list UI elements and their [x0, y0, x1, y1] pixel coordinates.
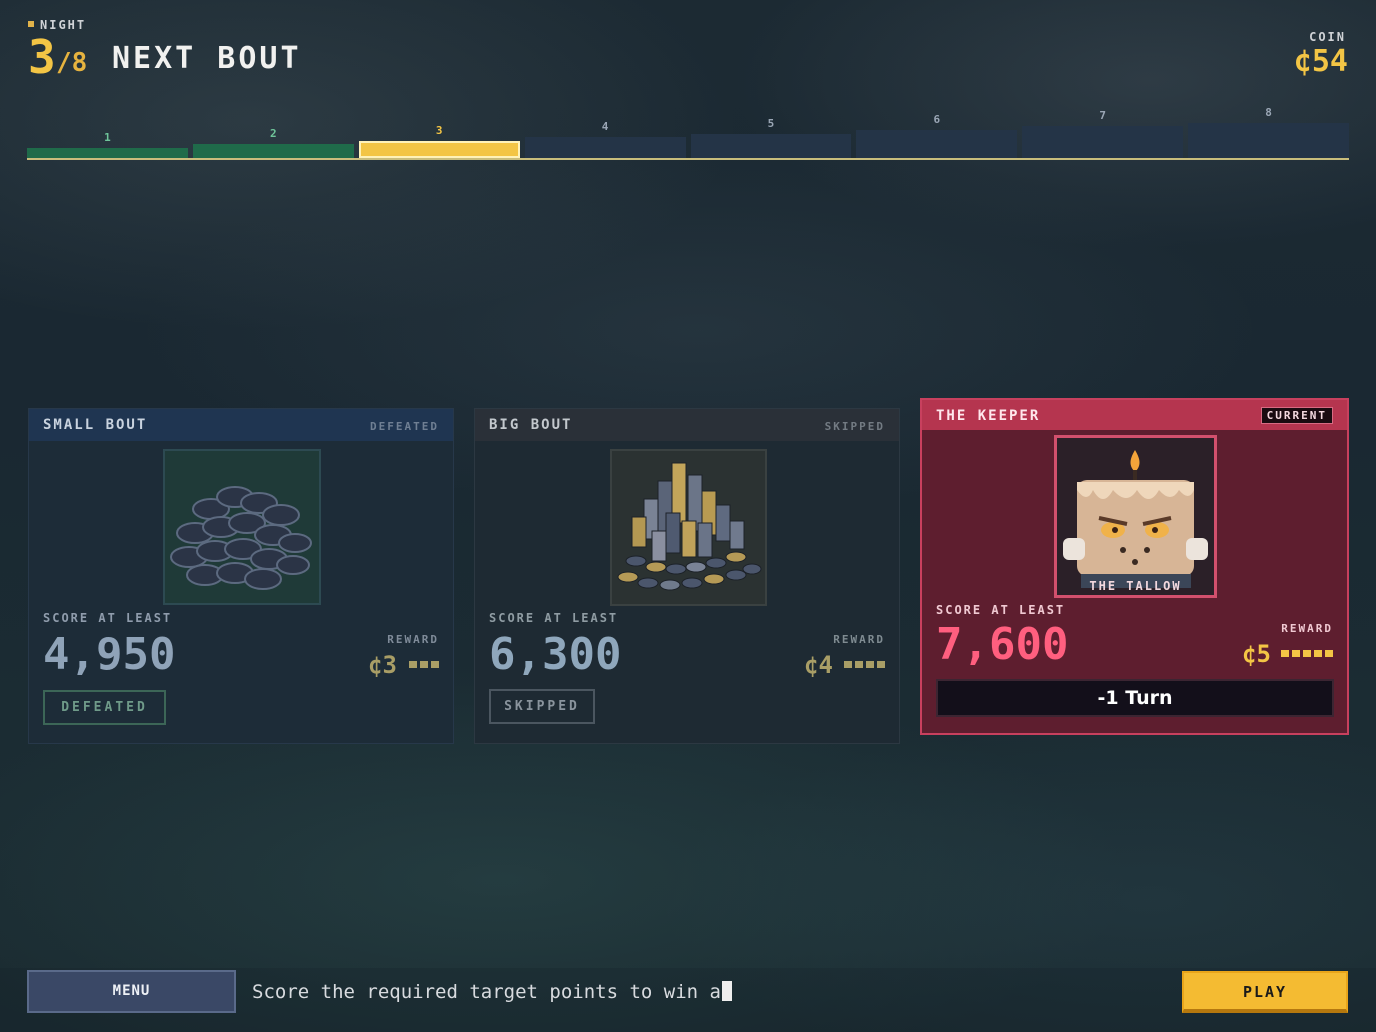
track-segment-8: 8 [1188, 105, 1349, 158]
hint-text: Score the required target points to win … [252, 981, 732, 1003]
track-segment-bar [27, 148, 188, 158]
track-segment-number: 4 [601, 120, 609, 134]
night-total: /8 [56, 48, 88, 78]
track-segment-5: 5 [690, 116, 852, 158]
reward-label: REWARD [1281, 622, 1333, 635]
reward-value: ¢4 [804, 651, 833, 679]
track-segment-bar [192, 144, 354, 158]
reward-pip [877, 661, 885, 668]
page-title: NEXT BOUT [112, 41, 302, 76]
track-segment-bar [690, 133, 852, 158]
reward-pip [855, 661, 863, 668]
candle-monster-icon: THE TALLOW [1054, 435, 1217, 598]
reward-pip [1292, 650, 1300, 657]
big-bout-card[interactable]: BIG BOUT SKIPPED SCORE AT LEAST 6,300 RE… [474, 408, 900, 744]
defeated-button: DEFEATED [43, 690, 166, 725]
coin-label: COIN [1309, 30, 1346, 44]
score-label: SCORE AT LEAST [936, 603, 1066, 617]
text-cursor [722, 981, 732, 1001]
card-header: BIG BOUT SKIPPED [475, 409, 899, 441]
track-segment-number: 5 [767, 116, 775, 130]
track-baseline [27, 158, 1349, 160]
small-bout-card[interactable]: SMALL BOUT DEFEATED SCORE AT LEAST 4,950… [28, 408, 454, 744]
reward-pip [1281, 650, 1289, 657]
menu-button[interactable]: MENU [27, 970, 236, 1013]
track-segment-bar [524, 137, 686, 158]
track-segment-number: 1 [104, 131, 111, 144]
reward-label: REWARD [387, 633, 439, 646]
score-label: SCORE AT LEAST [489, 611, 619, 625]
current-badge: CURRENT [1260, 407, 1333, 424]
score-value: 4,950 [43, 629, 176, 680]
track-segment-7: 7 [1022, 108, 1184, 158]
card-title: SMALL BOUT [43, 417, 148, 433]
track-segment-2: 2 [192, 126, 354, 158]
keeper-bout-card[interactable]: THE KEEPER CURRENT THE TALLOW SCORE AT L… [920, 398, 1349, 735]
play-button[interactable]: PLAY [1182, 971, 1348, 1013]
reward-pip [844, 661, 852, 668]
card-status: DEFEATED [370, 420, 439, 433]
track-segment-1: 1 [27, 130, 188, 158]
track-segment-bar [856, 130, 1018, 158]
reward-label: REWARD [833, 633, 885, 646]
reward-pip [420, 661, 428, 668]
track-segment-number: 3 [435, 123, 443, 137]
coin-value: ¢54 [1293, 44, 1348, 79]
track-segment-number: 8 [1265, 105, 1272, 119]
reward-pip [1325, 650, 1333, 657]
night-current: 3 [28, 30, 56, 84]
night-progress-track: 1 2 3 4 5 6 7 8 [27, 100, 1349, 160]
score-value: 6,300 [489, 629, 622, 680]
reward-pip [866, 661, 874, 668]
track-segment-4: 4 [524, 119, 686, 158]
skipped-button: SKIPPED [489, 689, 595, 724]
art-caption: THE TALLOW [1089, 579, 1182, 593]
track-segment-bar [1188, 122, 1349, 158]
track-segment-number: 7 [1099, 109, 1106, 123]
track-segment-number: 6 [933, 113, 941, 126]
night-marker-icon [28, 21, 34, 27]
reward-value: ¢3 [368, 651, 397, 679]
track-segment-number: 2 [270, 127, 277, 141]
reward-pip [1314, 650, 1322, 657]
card-title: THE KEEPER [936, 408, 1041, 424]
reward-pips [409, 661, 439, 668]
reward-pips [1281, 650, 1333, 657]
track-segment-bar [1022, 126, 1184, 158]
turn-penalty: -1 Turn [936, 679, 1334, 717]
card-header: THE KEEPER CURRENT [922, 400, 1347, 430]
card-title: BIG BOUT [489, 417, 573, 433]
reward-pip [1303, 650, 1311, 657]
dark-chip-pile-icon [163, 449, 321, 605]
card-status: SKIPPED [824, 420, 885, 433]
track-segment-6: 6 [856, 112, 1018, 158]
reward-pip [431, 661, 439, 668]
score-label: SCORE AT LEAST [43, 611, 173, 625]
hint-text-content: Score the required target points to win … [252, 981, 721, 1003]
card-header: SMALL BOUT DEFEATED [29, 409, 453, 441]
reward-value: ¢5 [1242, 640, 1271, 668]
score-value: 7,600 [936, 619, 1069, 670]
track-segment-bar [358, 140, 520, 158]
track-segment-3: 3 [358, 123, 520, 158]
reward-pip [409, 661, 417, 668]
reward-pips [844, 661, 885, 668]
large-chip-pile-icon [610, 449, 767, 606]
